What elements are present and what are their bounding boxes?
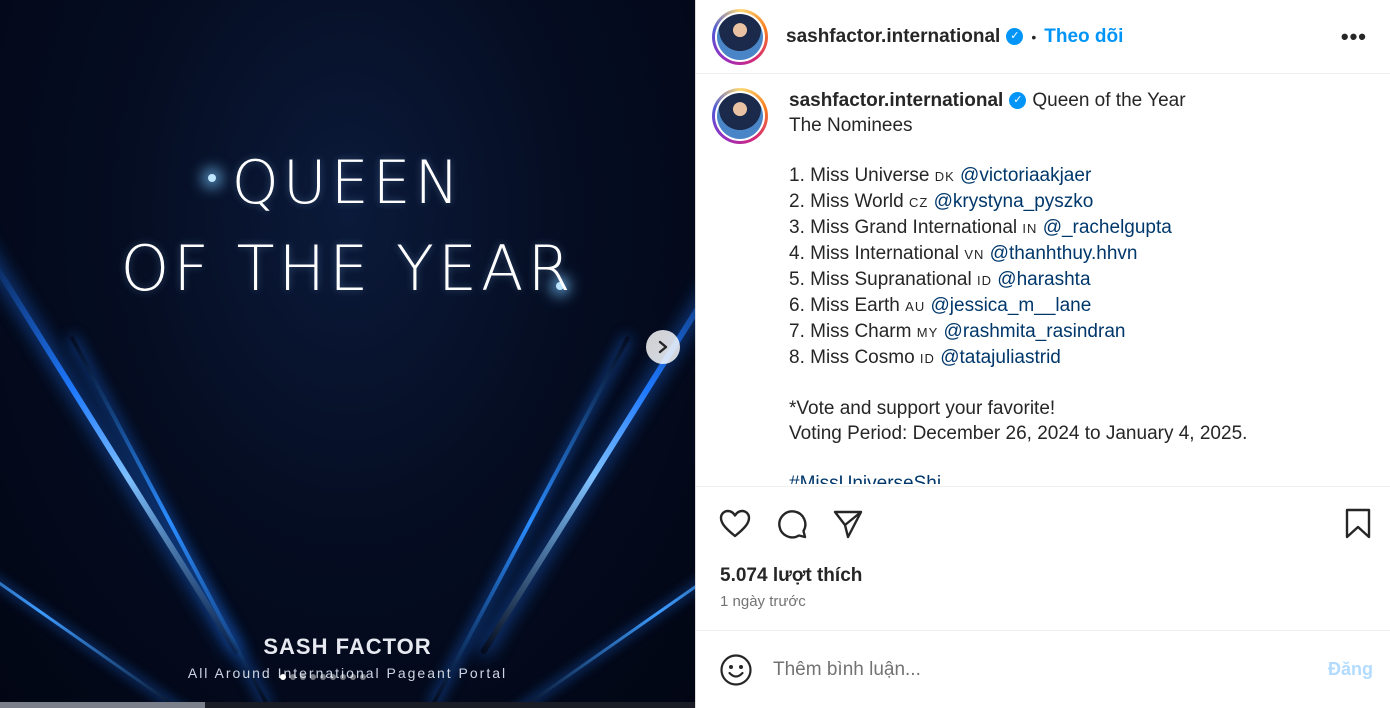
comment-input[interactable] [773, 658, 1293, 681]
vote-line: *Vote and support your favorite! [789, 398, 1056, 419]
media-brand: SASH FACTOR [263, 634, 432, 659]
flag-icon: ID [919, 351, 935, 366]
flag-icon: AU [905, 299, 926, 314]
nominee-label: 3. Miss Grand International [789, 217, 1018, 238]
share-button[interactable] [831, 507, 865, 541]
post-comment-button[interactable]: Đăng [1328, 659, 1373, 680]
nominee-item: 2. Miss World CZ @krystyna_pyszko [789, 189, 1247, 215]
nominee-label: 6. Miss Earth [789, 295, 900, 316]
carousel-dot[interactable] [340, 674, 346, 680]
post-time[interactable]: 1 ngày trước [720, 593, 806, 610]
media-title-line1: QUEEN [231, 148, 464, 218]
separator: • [1031, 28, 1037, 45]
carousel-dot[interactable] [310, 674, 316, 680]
nominee-label: 2. Miss World [789, 191, 904, 212]
carousel-next-button[interactable] [646, 330, 680, 364]
media-title-line2: OF THE YEAR [120, 232, 575, 305]
carousel-dot[interactable] [320, 674, 326, 680]
caption-username[interactable]: sashfactor.international [789, 90, 1003, 111]
nominee-item: 8. Miss Cosmo ID @tatajuliastrid [789, 345, 1247, 371]
follow-button[interactable]: Theo dõi [1044, 26, 1123, 48]
nominee-item: 4. Miss International VN @thanhthuy.hhvn [789, 241, 1247, 267]
mention-link[interactable]: @_rachelgupta [1043, 217, 1172, 238]
comment-icon [778, 510, 807, 539]
nominee-item: 5. Miss Supranational ID @harashta [789, 267, 1247, 293]
flag-icon: CZ [909, 195, 929, 210]
bottom-scroll-strip [0, 702, 695, 708]
hashtag-line[interactable]: #MissUniverseShi... [789, 471, 1247, 484]
nominee-label: 4. Miss International [789, 243, 960, 264]
post-header: sashfactor.international ✓ • Theo dõi ••… [696, 0, 1390, 74]
post-media: QUEEN OF THE YEAR SASH FACTOR All Around… [0, 0, 695, 708]
nominee-item: 7. Miss Charm MY @rashmita_rasindran [789, 319, 1247, 345]
mention-link[interactable]: @victoriaakjaer [960, 165, 1091, 186]
flag-icon: ID [977, 273, 992, 288]
nominee-item: 1. Miss Universe DK @victoriaakjaer [789, 163, 1247, 189]
mention-link[interactable]: @harashta [997, 269, 1090, 290]
carousel-dots [280, 674, 366, 680]
caption-body: sashfactor.international ✓ Queen of the Ye… [789, 88, 1247, 484]
action-bar: 5.074 lượt thích 1 ngày trước [696, 486, 1390, 631]
nominee-label: 1. Miss Universe [789, 165, 930, 186]
bookmark-icon [1345, 508, 1371, 539]
voting-period: Voting Period: December 26, 2024 to Janu… [789, 423, 1248, 444]
carousel-dot[interactable] [290, 674, 296, 680]
flag-icon: DK [934, 169, 955, 184]
mention-link[interactable]: @thanhthuy.hhvn [990, 243, 1138, 264]
comment-bar: Đăng [696, 631, 1390, 708]
nominee-list: 1. Miss Universe DK @victoriaakjaer 2. Mi… [789, 163, 1247, 371]
carousel-dot[interactable] [330, 674, 336, 680]
post-sidebar: sashfactor.international ✓ • Theo dõi ••… [695, 0, 1390, 708]
avatar[interactable] [712, 8, 768, 65]
carousel-dot[interactable] [350, 674, 356, 680]
comment-button[interactable] [775, 507, 809, 541]
send-icon [833, 510, 863, 539]
caption-subtitle: The Nominees [789, 115, 913, 136]
like-button[interactable] [718, 507, 752, 541]
carousel-dot[interactable] [300, 674, 306, 680]
likes-count[interactable]: 5.074 lượt thích [720, 565, 862, 587]
nominee-label: 8. Miss Cosmo [789, 347, 915, 368]
flag-icon: MY [916, 325, 939, 340]
more-options-icon[interactable]: ••• [1341, 24, 1367, 50]
nominee-item: 3. Miss Grand International IN @_rachelg… [789, 215, 1247, 241]
nominee-item: 6. Miss Earth AU @jessica_m__lane [789, 293, 1247, 319]
mention-link[interactable]: @krystyna_pyszko [934, 191, 1094, 212]
nominee-label: 7. Miss Charm [789, 321, 912, 342]
mention-link[interactable]: @rashmita_rasindran [944, 321, 1126, 342]
verified-badge-icon: ✓ [1006, 28, 1024, 45]
carousel-dot[interactable] [360, 674, 366, 680]
flag-icon: VN [964, 247, 985, 262]
avatar[interactable] [712, 88, 768, 144]
chevron-right-icon [658, 340, 668, 354]
flag-icon: IN [1022, 221, 1038, 236]
header-username[interactable]: sashfactor.international [786, 26, 1000, 48]
save-button[interactable] [1341, 507, 1375, 541]
verified-badge-icon: ✓ [1009, 92, 1027, 110]
mention-link[interactable]: @jessica_m__lane [931, 295, 1092, 316]
smiley-icon[interactable] [719, 653, 753, 687]
post-caption: sashfactor.international ✓ Queen of the Ye… [712, 88, 1377, 484]
caption-title: Queen of the Year [1032, 90, 1186, 111]
carousel-dot[interactable] [280, 674, 286, 680]
nominee-label: 5. Miss Supranational [789, 269, 972, 290]
heart-icon [719, 509, 751, 538]
mention-link[interactable]: @tatajuliastrid [940, 347, 1061, 368]
